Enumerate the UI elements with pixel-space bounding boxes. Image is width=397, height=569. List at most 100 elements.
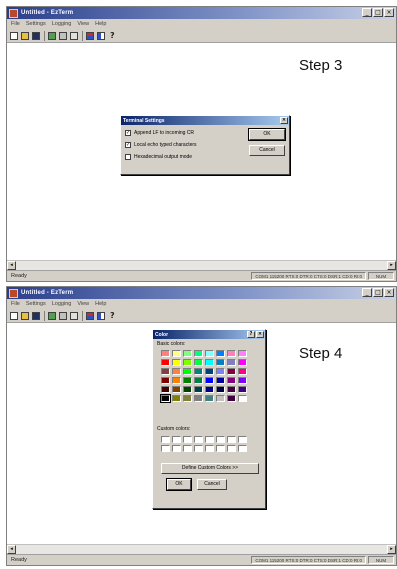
custom-color-swatch[interactable] <box>227 445 236 452</box>
basic-color-swatch[interactable] <box>216 359 225 366</box>
custom-color-swatch[interactable] <box>238 436 247 443</box>
basic-color-swatch[interactable] <box>216 395 225 402</box>
basic-color-swatch[interactable] <box>194 377 203 384</box>
custom-color-swatch[interactable] <box>216 436 225 443</box>
basic-color-swatch[interactable] <box>172 386 181 393</box>
maximize-button[interactable]: □ <box>373 288 383 297</box>
terminal-area[interactable]: Step 4 Color ? × Basic colors: Custom co… <box>7 323 396 543</box>
menu-logging[interactable]: Logging <box>52 21 72 27</box>
basic-color-swatch[interactable] <box>194 386 203 393</box>
help-icon[interactable]: ? <box>110 31 115 40</box>
basic-color-swatch[interactable] <box>172 359 181 366</box>
title-bar[interactable]: Untitled - EzTerm _ □ × <box>7 287 396 299</box>
custom-color-swatch[interactable] <box>205 445 214 452</box>
close-button[interactable]: × <box>384 288 394 297</box>
basic-color-swatch[interactable] <box>161 386 170 393</box>
define-custom-colors-button[interactable]: Define Custom Colors >> <box>161 463 259 474</box>
basic-color-swatch[interactable] <box>194 395 203 402</box>
cancel-button[interactable]: Cancel <box>249 145 285 156</box>
basic-color-swatch[interactable] <box>194 368 203 375</box>
scroll-right-icon[interactable]: ▸ <box>387 545 396 554</box>
horizontal-scrollbar[interactable]: ◂ ▸ <box>7 544 396 554</box>
basic-color-swatch[interactable] <box>205 395 214 402</box>
basic-color-swatch[interactable] <box>183 368 192 375</box>
basic-color-swatch[interactable] <box>238 368 247 375</box>
settings-icon[interactable] <box>59 311 67 320</box>
append-lf-option[interactable]: ✓ Append LF to incoming CR <box>125 130 194 136</box>
help-icon[interactable]: ? <box>110 311 115 320</box>
hex-output-checkbox[interactable] <box>125 154 131 160</box>
basic-color-swatch[interactable] <box>205 377 214 384</box>
log-icon[interactable] <box>70 31 78 40</box>
basic-color-swatch[interactable] <box>183 350 192 357</box>
basic-color-swatch[interactable] <box>205 359 214 366</box>
local-echo-checkbox[interactable]: ✓ <box>125 142 131 148</box>
basic-color-swatch[interactable] <box>194 350 203 357</box>
basic-color-swatch[interactable] <box>227 377 236 384</box>
basic-color-swatch[interactable] <box>161 368 170 375</box>
color-icon[interactable] <box>86 31 94 40</box>
basic-color-swatch[interactable] <box>227 359 236 366</box>
scroll-left-icon[interactable]: ◂ <box>7 545 16 554</box>
menu-logging[interactable]: Logging <box>52 301 72 307</box>
basic-color-swatch[interactable] <box>183 395 192 402</box>
basic-color-swatch[interactable] <box>216 368 225 375</box>
scroll-right-icon[interactable]: ▸ <box>387 261 396 270</box>
ok-button[interactable]: OK <box>248 128 286 141</box>
minimize-button[interactable]: _ <box>362 288 372 297</box>
custom-color-swatch[interactable] <box>216 445 225 452</box>
maximize-button[interactable]: □ <box>373 8 383 17</box>
connect-icon[interactable] <box>48 311 56 320</box>
settings-icon[interactable] <box>59 31 67 40</box>
custom-color-swatch[interactable] <box>172 445 181 452</box>
basic-color-swatch[interactable] <box>161 359 170 366</box>
custom-color-swatch[interactable] <box>183 436 192 443</box>
basic-color-swatch[interactable] <box>183 377 192 384</box>
scroll-left-icon[interactable]: ◂ <box>7 261 16 270</box>
dialog-close-button[interactable]: × <box>280 117 288 124</box>
menu-help[interactable]: Help <box>95 301 106 307</box>
basic-color-swatch[interactable] <box>161 350 170 357</box>
append-lf-checkbox[interactable]: ✓ <box>125 130 131 136</box>
basic-color-swatch[interactable] <box>238 395 247 402</box>
basic-color-swatch[interactable] <box>205 350 214 357</box>
basic-color-swatch[interactable] <box>183 386 192 393</box>
hex-output-option[interactable]: Hexadecimal output mode <box>125 154 192 160</box>
custom-color-swatch[interactable] <box>238 445 247 452</box>
dialog-close-button[interactable]: × <box>256 331 264 338</box>
save-icon[interactable] <box>32 31 40 40</box>
menu-view[interactable]: View <box>77 21 89 27</box>
terminal-area[interactable]: Step 3 Terminal Settings × ✓ Append LF t… <box>7 43 396 259</box>
dialog-title-bar[interactable]: Terminal Settings × <box>121 116 289 125</box>
custom-color-swatch[interactable] <box>227 436 236 443</box>
open-folder-icon[interactable] <box>21 311 29 320</box>
basic-color-swatch[interactable] <box>216 350 225 357</box>
save-icon[interactable] <box>32 311 40 320</box>
basic-color-swatch[interactable] <box>161 377 170 384</box>
basic-color-swatch[interactable] <box>160 394 171 403</box>
menu-view[interactable]: View <box>77 301 89 307</box>
basic-color-swatch[interactable] <box>238 359 247 366</box>
custom-color-swatch[interactable] <box>194 445 203 452</box>
menu-file[interactable]: File <box>11 21 20 27</box>
custom-color-swatch[interactable] <box>161 445 170 452</box>
menu-settings[interactable]: Settings <box>26 301 46 307</box>
menu-settings[interactable]: Settings <box>26 21 46 27</box>
basic-color-swatch[interactable] <box>172 368 181 375</box>
log-icon[interactable] <box>70 311 78 320</box>
basic-color-swatch[interactable] <box>238 377 247 384</box>
connect-icon[interactable] <box>48 31 56 40</box>
view-icon[interactable] <box>97 31 105 40</box>
new-file-icon[interactable] <box>10 31 18 40</box>
basic-color-swatch[interactable] <box>216 377 225 384</box>
open-folder-icon[interactable] <box>21 31 29 40</box>
title-bar[interactable]: Untitled - EzTerm _ □ × <box>7 7 396 19</box>
basic-color-swatch[interactable] <box>172 350 181 357</box>
custom-color-swatch[interactable] <box>172 436 181 443</box>
cancel-button[interactable]: Cancel <box>197 479 227 490</box>
basic-color-swatch[interactable] <box>205 368 214 375</box>
local-echo-option[interactable]: ✓ Local echo typed characters <box>125 142 197 148</box>
dialog-help-button[interactable]: ? <box>247 331 255 338</box>
custom-color-swatch[interactable] <box>194 436 203 443</box>
basic-color-swatch[interactable] <box>172 395 181 402</box>
